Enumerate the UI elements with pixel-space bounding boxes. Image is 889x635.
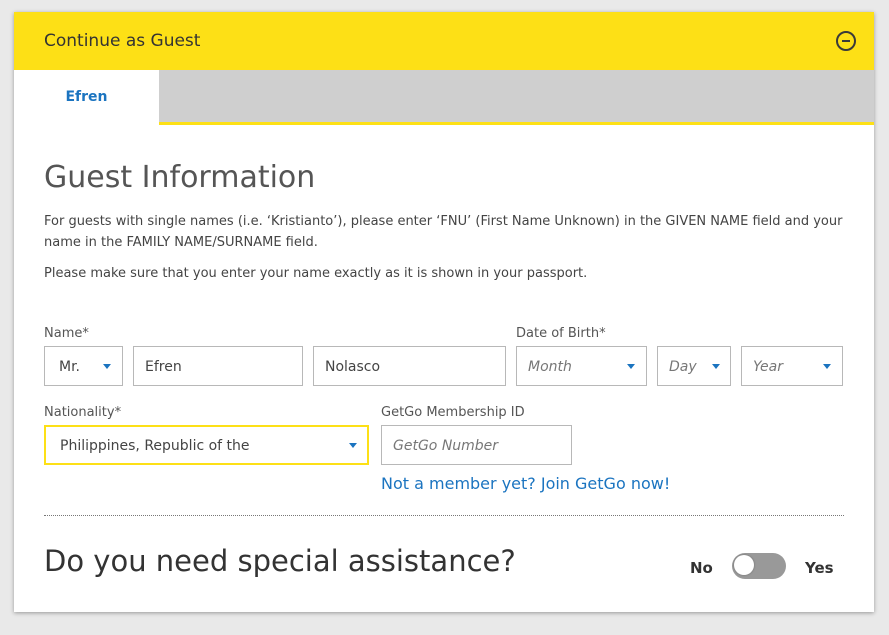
toggle-knob <box>734 555 754 575</box>
dob-year-select[interactable]: Year <box>741 346 843 386</box>
day-placeholder: Day <box>669 359 697 375</box>
family-name-field[interactable]: Nolasco <box>313 346 506 386</box>
getgo-number-field[interactable]: GetGo Number <box>381 425 572 465</box>
dob-day-select[interactable]: Day <box>657 346 731 386</box>
tab-label: Efren <box>65 89 108 105</box>
special-assistance-title: Do you need special assistance? <box>44 544 516 578</box>
card-header[interactable]: Continue as Guest <box>14 12 874 70</box>
special-assistance-toggle[interactable] <box>732 553 786 579</box>
nationality-value: Philippines, Republic of the <box>60 438 250 454</box>
single-name-note: For guests with single names (i.e. ‘Kris… <box>44 214 843 250</box>
nationality-label: Nationality* <box>44 405 122 420</box>
chevron-down-icon <box>712 364 720 369</box>
header-title: Continue as Guest <box>44 31 201 51</box>
dob-month-select[interactable]: Month <box>516 346 647 386</box>
name-label: Name* <box>44 326 89 341</box>
section-divider <box>44 515 844 516</box>
chevron-down-icon <box>627 364 635 369</box>
passenger-tabs: Efren <box>14 70 874 125</box>
chevron-down-icon <box>103 364 111 369</box>
family-name-value: Nolasco <box>325 359 381 375</box>
chevron-down-icon <box>349 443 357 448</box>
getgo-placeholder: GetGo Number <box>393 438 499 454</box>
toggle-no-label: No <box>690 559 713 577</box>
nationality-select[interactable]: Philippines, Republic of the <box>44 425 369 465</box>
page-title: Guest Information <box>44 160 316 195</box>
title-select-value: Mr. <box>59 359 80 375</box>
toggle-yes-label: Yes <box>805 559 834 577</box>
minus-circle-icon[interactable] <box>836 31 856 51</box>
guest-card: Continue as Guest Efren Guest Informatio… <box>14 12 874 612</box>
passport-note: Please make sure that you enter your nam… <box>44 266 588 281</box>
given-name-field[interactable]: Efren <box>133 346 303 386</box>
dob-label: Date of Birth* <box>516 326 606 341</box>
getgo-label: GetGo Membership ID <box>381 405 525 420</box>
join-getgo-link[interactable]: Not a member yet? Join GetGo now! <box>381 474 670 493</box>
given-name-value: Efren <box>145 359 182 375</box>
chevron-down-icon <box>823 364 831 369</box>
month-placeholder: Month <box>528 359 572 375</box>
year-placeholder: Year <box>753 359 783 375</box>
tab-efren[interactable]: Efren <box>14 70 159 125</box>
title-select[interactable]: Mr. <box>44 346 123 386</box>
